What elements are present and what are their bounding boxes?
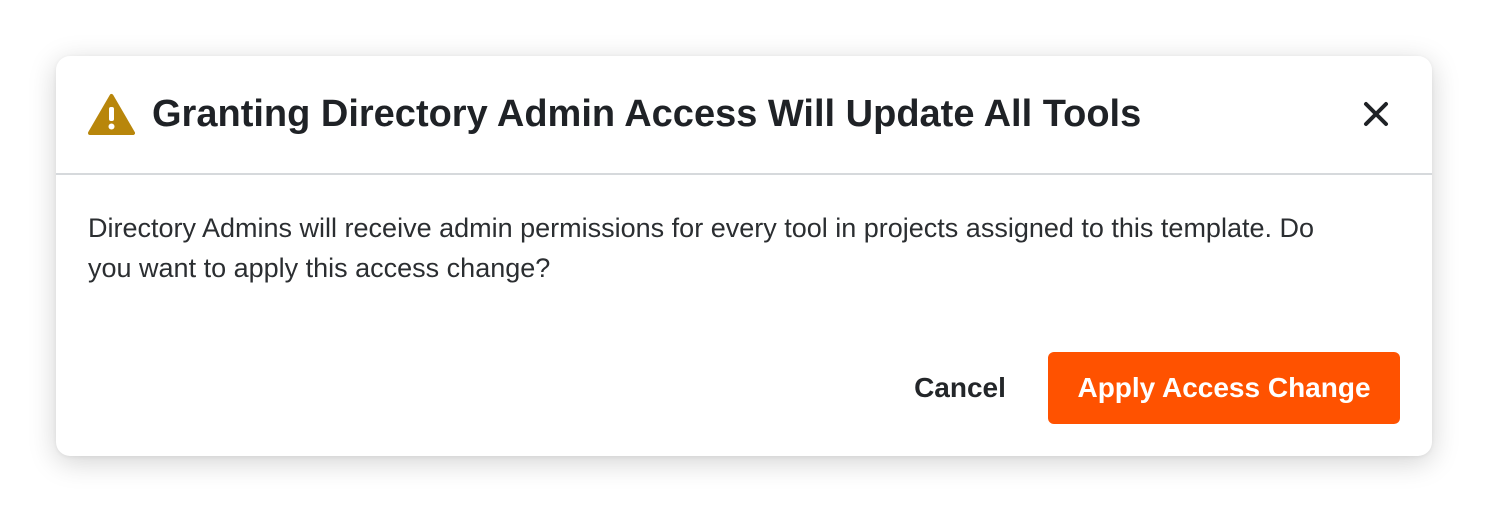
dialog-header: Granting Directory Admin Access Will Upd…	[56, 56, 1432, 175]
close-button[interactable]	[1356, 96, 1396, 136]
apply-access-change-button[interactable]: Apply Access Change	[1048, 352, 1400, 424]
close-icon	[1363, 101, 1389, 132]
warning-icon	[88, 93, 135, 136]
dialog-message: Directory Admins will receive admin perm…	[88, 213, 1314, 283]
cancel-button[interactable]: Cancel	[896, 353, 1024, 423]
confirmation-dialog: Granting Directory Admin Access Will Upd…	[56, 56, 1432, 456]
dialog-title: Granting Directory Admin Access Will Upd…	[152, 93, 1142, 135]
